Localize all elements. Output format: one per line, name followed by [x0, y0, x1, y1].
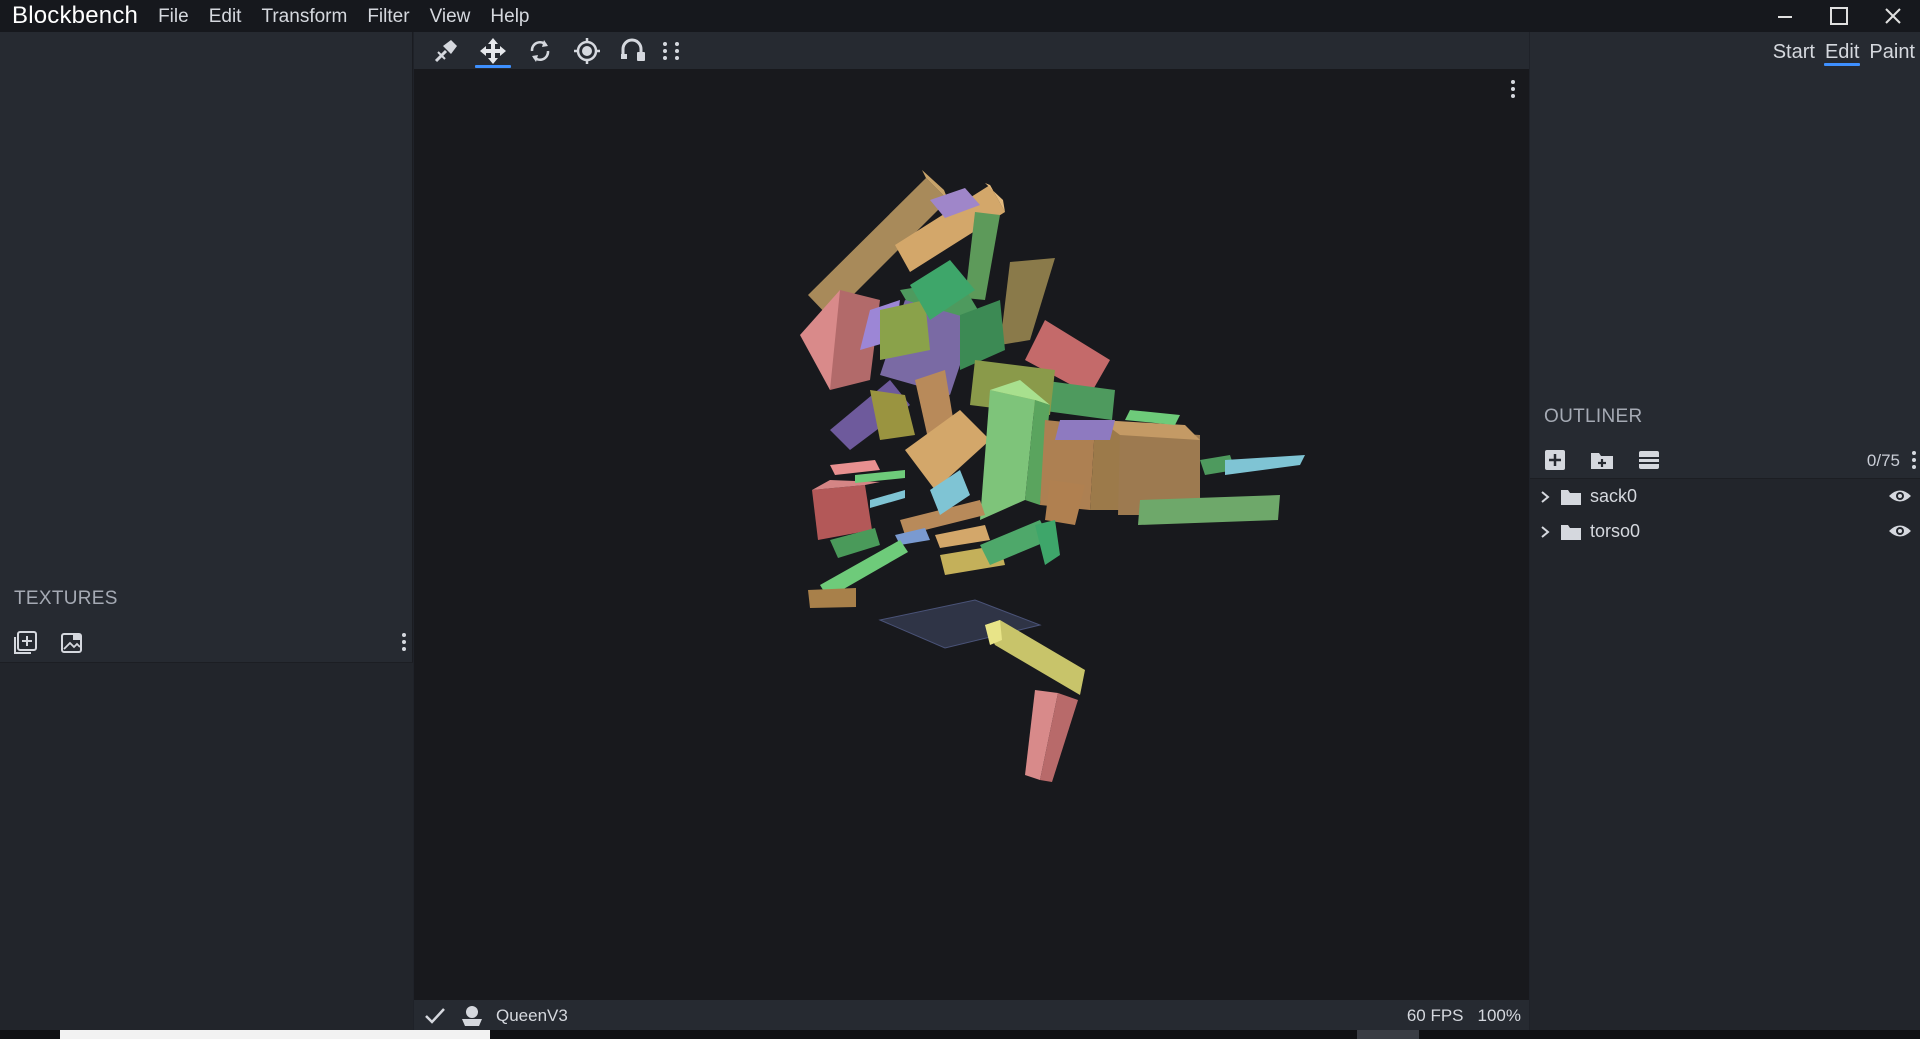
saved-status-button[interactable]	[424, 1006, 446, 1026]
collapse-all-icon	[1639, 451, 1659, 469]
outliner-menu-button[interactable]	[1910, 448, 1918, 477]
element-count: 0/75	[1866, 451, 1900, 470]
check-icon	[425, 1008, 445, 1024]
expand-button[interactable]	[1536, 525, 1554, 539]
3d-viewport[interactable]	[414, 69, 1529, 1000]
tab-paint[interactable]: Paint	[1864, 32, 1920, 69]
rotate-tool-button[interactable]	[518, 32, 562, 69]
rotate-tool-icon	[530, 39, 550, 62]
zoom-level[interactable]: 100%	[1478, 1006, 1521, 1026]
visibility-toggle[interactable]	[1888, 487, 1912, 510]
more-vertical-icon	[1912, 451, 1916, 469]
collapse-groups-button[interactable]	[1634, 445, 1664, 475]
fps-counter: 60 FPS	[1406, 1006, 1464, 1025]
outliner-group-sack0[interactable]: sack0	[1530, 479, 1920, 514]
tab-start[interactable]: Start	[1768, 32, 1820, 69]
more-vertical-icon	[663, 41, 679, 60]
textures-list	[0, 662, 413, 1030]
folder-icon	[1560, 523, 1582, 541]
textures-toolbar	[0, 624, 413, 662]
chevron-right-icon	[1541, 525, 1550, 538]
format-icon	[462, 1006, 482, 1026]
textures-panel-title: TEXTURES	[14, 588, 118, 609]
pivot-tool-icon	[574, 37, 600, 64]
taskbar-app-item[interactable]	[1357, 1030, 1419, 1039]
close-icon	[1885, 8, 1901, 24]
menu-transform[interactable]: Transform	[251, 0, 357, 32]
project-name: QueenV3	[496, 1006, 568, 1025]
outliner-toolbar: 0/75	[1530, 442, 1920, 478]
outliner-list: sack0 torso0	[1530, 478, 1920, 1030]
image-add-icon	[61, 633, 82, 653]
eye-icon	[1889, 490, 1911, 502]
vertex-snap-magnet-icon	[621, 38, 645, 61]
vertex-snap-tool-button[interactable]	[424, 32, 468, 69]
folder-icon	[1560, 488, 1582, 506]
vertex-snap-tool-icon	[434, 39, 457, 62]
move-tool-button[interactable]	[471, 32, 515, 69]
outliner-panel-title: OUTLINER	[1544, 406, 1643, 427]
visibility-toggle[interactable]	[1888, 522, 1912, 545]
title-bar: Blockbench File Edit Transform Filter Vi…	[0, 0, 1920, 32]
mode-tabs: Start Edit Paint	[1768, 32, 1920, 69]
eye-icon	[1889, 525, 1911, 537]
menu-help[interactable]: Help	[480, 0, 539, 32]
add-cube-button[interactable]	[1540, 445, 1570, 475]
import-texture-button[interactable]	[10, 628, 40, 658]
outliner-item-label: torso0	[1590, 521, 1641, 541]
menu-edit[interactable]: Edit	[199, 0, 252, 32]
chevron-right-icon	[1541, 490, 1550, 503]
add-cube-icon	[1545, 450, 1565, 470]
close-button[interactable]	[1866, 0, 1920, 32]
maximize-button[interactable]	[1812, 0, 1866, 32]
expand-button[interactable]	[1536, 490, 1554, 504]
add-texture-icon	[14, 631, 37, 654]
maximize-icon	[1830, 7, 1848, 25]
taskbar-search-box[interactable]	[60, 1030, 490, 1039]
app-title: Blockbench	[12, 2, 139, 29]
status-bar: QueenV3 60 FPS 100%	[414, 1000, 1529, 1032]
minimize-button[interactable]	[1758, 0, 1812, 32]
os-taskbar	[0, 1030, 1920, 1039]
tab-edit[interactable]: Edit	[1820, 32, 1864, 69]
more-vertical-icon	[402, 633, 406, 651]
vertex-magnet-button[interactable]	[612, 32, 656, 69]
outliner-group-torso0[interactable]: torso0	[1530, 514, 1920, 549]
menu-filter[interactable]: Filter	[357, 0, 419, 32]
move-tool-icon	[480, 37, 506, 64]
toolbar-menu-button[interactable]	[659, 32, 683, 69]
outliner-item-label: sack0	[1590, 486, 1638, 506]
add-folder-icon	[1591, 453, 1613, 469]
tool-toolbar	[414, 32, 1529, 69]
create-texture-button[interactable]	[57, 628, 87, 658]
textures-menu-button[interactable]	[400, 630, 408, 659]
menu-file[interactable]: File	[148, 0, 199, 32]
left-sidebar: TEXTURES	[0, 32, 413, 1030]
minimize-icon	[1778, 16, 1792, 18]
right-sidebar: Start Edit Paint OUTLINER 0/75 sack0 tor…	[1530, 32, 1920, 1030]
pivot-tool-button[interactable]	[565, 32, 609, 69]
viewport-menu-button[interactable]	[1505, 77, 1521, 101]
menu-view[interactable]: View	[420, 0, 481, 32]
add-group-button[interactable]	[1587, 445, 1617, 475]
project-format-button[interactable]	[460, 1005, 484, 1027]
window-controls	[1758, 0, 1920, 32]
model-render	[800, 170, 1305, 782]
more-vertical-icon	[1511, 80, 1515, 98]
